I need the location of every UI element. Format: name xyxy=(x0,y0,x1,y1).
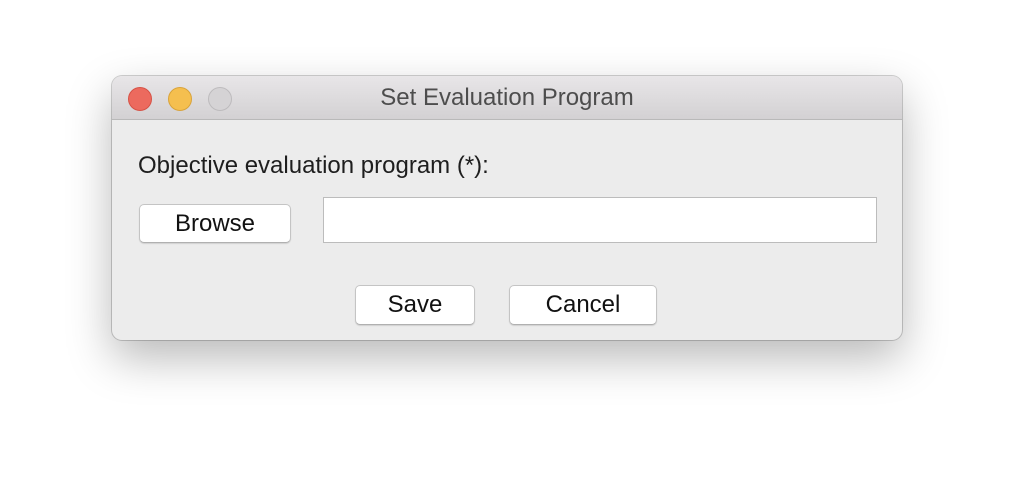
cancel-button[interactable]: Cancel xyxy=(509,285,657,325)
dialog-window: Set Evaluation Program Objective evaluat… xyxy=(112,76,902,340)
evaluation-program-label: Objective evaluation program (*): xyxy=(138,152,489,179)
window-title: Set Evaluation Program xyxy=(380,84,634,111)
save-button[interactable]: Save xyxy=(355,285,475,325)
browse-button[interactable]: Browse xyxy=(139,204,291,243)
title-bar[interactable]: Set Evaluation Program xyxy=(112,76,902,120)
evaluation-program-path-input[interactable] xyxy=(323,197,877,243)
